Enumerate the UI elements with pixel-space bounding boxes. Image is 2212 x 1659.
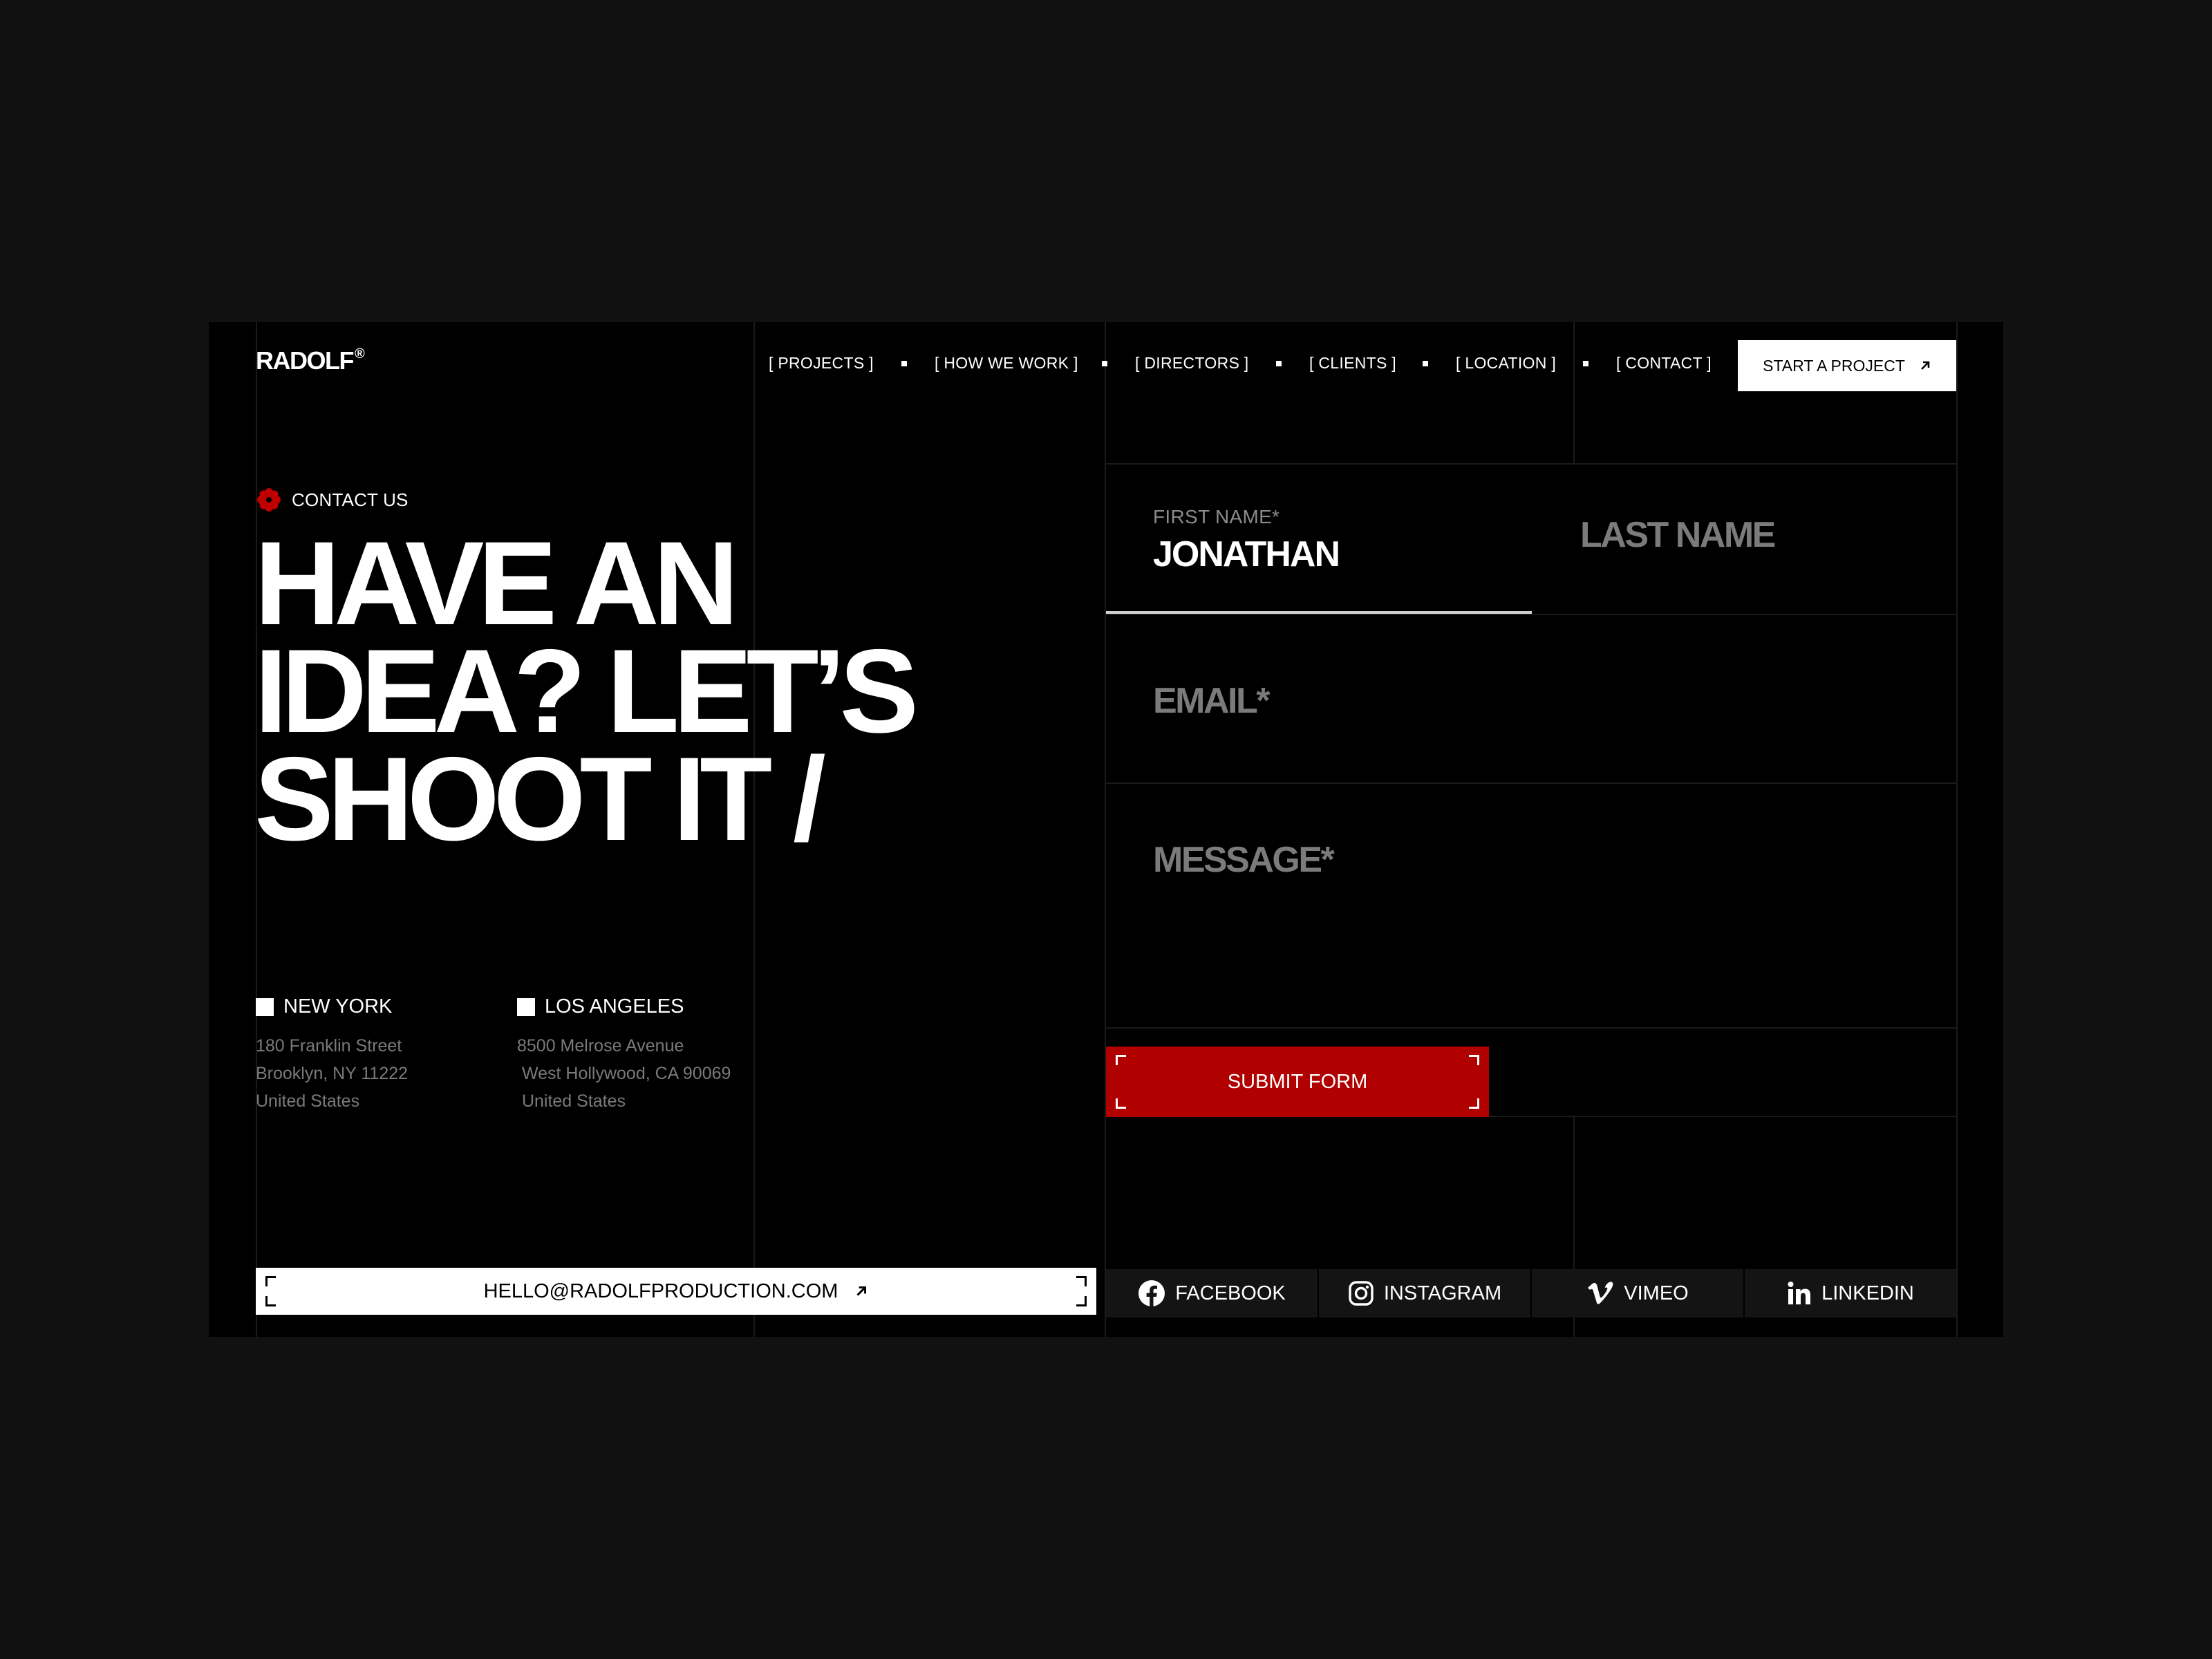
nav-separator xyxy=(1276,361,1282,366)
office-new-york: NEW YORK 180 Franklin Street Brooklyn, NY… xyxy=(256,995,408,1115)
nav-contact[interactable]: [ CONTACT ] xyxy=(1616,354,1712,373)
corner-bracket xyxy=(1469,1098,1479,1109)
arrow-up-right-icon xyxy=(856,1286,867,1296)
address-line: United States xyxy=(256,1091,360,1111)
email-field[interactable]: EMAIL* xyxy=(1106,615,1958,782)
start-project-label: START A PROJECT xyxy=(1763,356,1905,375)
social-label: VIMEO xyxy=(1624,1282,1689,1304)
page-frame: RADOLF ® [ PROJECTS ] [ HOW WE WORK ] [ D… xyxy=(209,322,2003,1337)
grid-line xyxy=(1105,1027,1958,1029)
last-name-placeholder: LAST NAME xyxy=(1580,515,1776,555)
address-line: West Hollywood, CA 90069 xyxy=(517,1064,731,1083)
corner-bracket xyxy=(265,1276,276,1286)
registered-mark: ® xyxy=(354,346,365,362)
social-instagram[interactable]: INSTAGRAM xyxy=(1319,1269,1530,1318)
address-line: Brooklyn, NY 11222 xyxy=(256,1064,409,1083)
contact-us-label: CONTACT US xyxy=(292,489,409,510)
nav-separator xyxy=(1583,361,1588,366)
linkedin-icon xyxy=(1788,1282,1811,1304)
corner-bracket xyxy=(1076,1276,1087,1286)
address-line: 180 Franklin Street xyxy=(256,1036,402,1056)
social-linkedin[interactable]: LINKEDIN xyxy=(1745,1269,1956,1318)
address-line: United States xyxy=(517,1091,626,1111)
email-link[interactable]: HELLO@RADOLFPRODUCTION.COM xyxy=(256,1268,1096,1315)
arrow-up-right-icon xyxy=(1920,361,1930,370)
message-field[interactable]: MESSAGE* xyxy=(1106,784,1958,1027)
nav-separator xyxy=(901,361,907,366)
social-label: FACEBOOK xyxy=(1175,1282,1286,1304)
first-name-value: JONATHAN xyxy=(1153,534,1340,574)
corner-bracket xyxy=(1116,1098,1126,1109)
nav-separator xyxy=(1102,361,1107,366)
submit-form-label: SUBMIT FORM xyxy=(1227,1070,1368,1093)
last-name-field[interactable]: LAST NAME xyxy=(1532,465,1958,614)
office-los-angeles: LOS ANGELES 8500 Melrose Avenue West Hol… xyxy=(517,995,731,1115)
red-flower-icon xyxy=(257,488,281,512)
square-icon xyxy=(517,997,535,1016)
square-icon xyxy=(256,997,274,1016)
office-city-label: LOS ANGELES xyxy=(545,995,684,1018)
message-placeholder: MESSAGE* xyxy=(1153,840,1335,880)
headline-line: HAVE AN xyxy=(254,517,739,650)
contact-us-eyebrow: CONTACT US xyxy=(256,487,409,513)
corner-bracket xyxy=(265,1296,276,1306)
office-city-label: NEW YORK xyxy=(283,995,393,1018)
corner-bracket xyxy=(1076,1296,1087,1306)
headline-line: IDEA? LET’S xyxy=(254,625,919,758)
nav-how-we-work[interactable]: [ HOW WE WORK ] xyxy=(935,354,1078,373)
email-placeholder: EMAIL* xyxy=(1153,681,1271,721)
start-project-button[interactable]: START A PROJECT xyxy=(1738,340,1956,391)
nav-separator xyxy=(1423,361,1428,366)
social-facebook[interactable]: FACEBOOK xyxy=(1106,1269,1318,1318)
grid-line xyxy=(1573,322,1575,465)
address-line: 8500 Melrose Avenue xyxy=(517,1036,684,1056)
nav-location[interactable]: [ LOCATION ] xyxy=(1456,354,1556,373)
social-label: LINKEDIN xyxy=(1821,1282,1914,1304)
brand-logo[interactable]: RADOLF ® xyxy=(256,346,365,375)
first-name-field[interactable]: FIRST NAME* JONATHAN xyxy=(1106,465,1532,614)
field-focus-underline xyxy=(1106,611,1532,614)
corner-bracket xyxy=(1469,1055,1479,1065)
hero-headline: HAVE AN IDEA? LET’S SHOOT IT / xyxy=(254,517,1084,865)
corner-bracket xyxy=(1116,1055,1126,1065)
facebook-icon xyxy=(1138,1280,1165,1306)
office-city: NEW YORK xyxy=(256,995,408,1018)
first-name-label: FIRST NAME* xyxy=(1153,506,1280,527)
office-address: 8500 Melrose Avenue West Hollywood, CA 9… xyxy=(517,1032,731,1115)
nav-clients[interactable]: [ CLIENTS ] xyxy=(1309,354,1396,373)
nav-directors[interactable]: [ DIRECTORS ] xyxy=(1135,354,1249,373)
brand-name: RADOLF xyxy=(256,346,354,375)
headline-line: SHOOT IT / xyxy=(254,733,826,865)
submit-form-button[interactable]: SUBMIT FORM xyxy=(1106,1047,1489,1117)
office-city: LOS ANGELES xyxy=(517,995,731,1018)
nav-projects[interactable]: [ PROJECTS ] xyxy=(769,354,874,373)
vimeo-icon xyxy=(1588,1282,1613,1304)
social-vimeo[interactable]: VIMEO xyxy=(1532,1269,1743,1318)
email-address: HELLO@RADOLFPRODUCTION.COM xyxy=(483,1280,838,1302)
office-address: 180 Franklin Street Brooklyn, NY 11222 Uni… xyxy=(256,1032,408,1115)
social-label: INSTAGRAM xyxy=(1383,1282,1502,1304)
instagram-icon xyxy=(1349,1281,1374,1306)
